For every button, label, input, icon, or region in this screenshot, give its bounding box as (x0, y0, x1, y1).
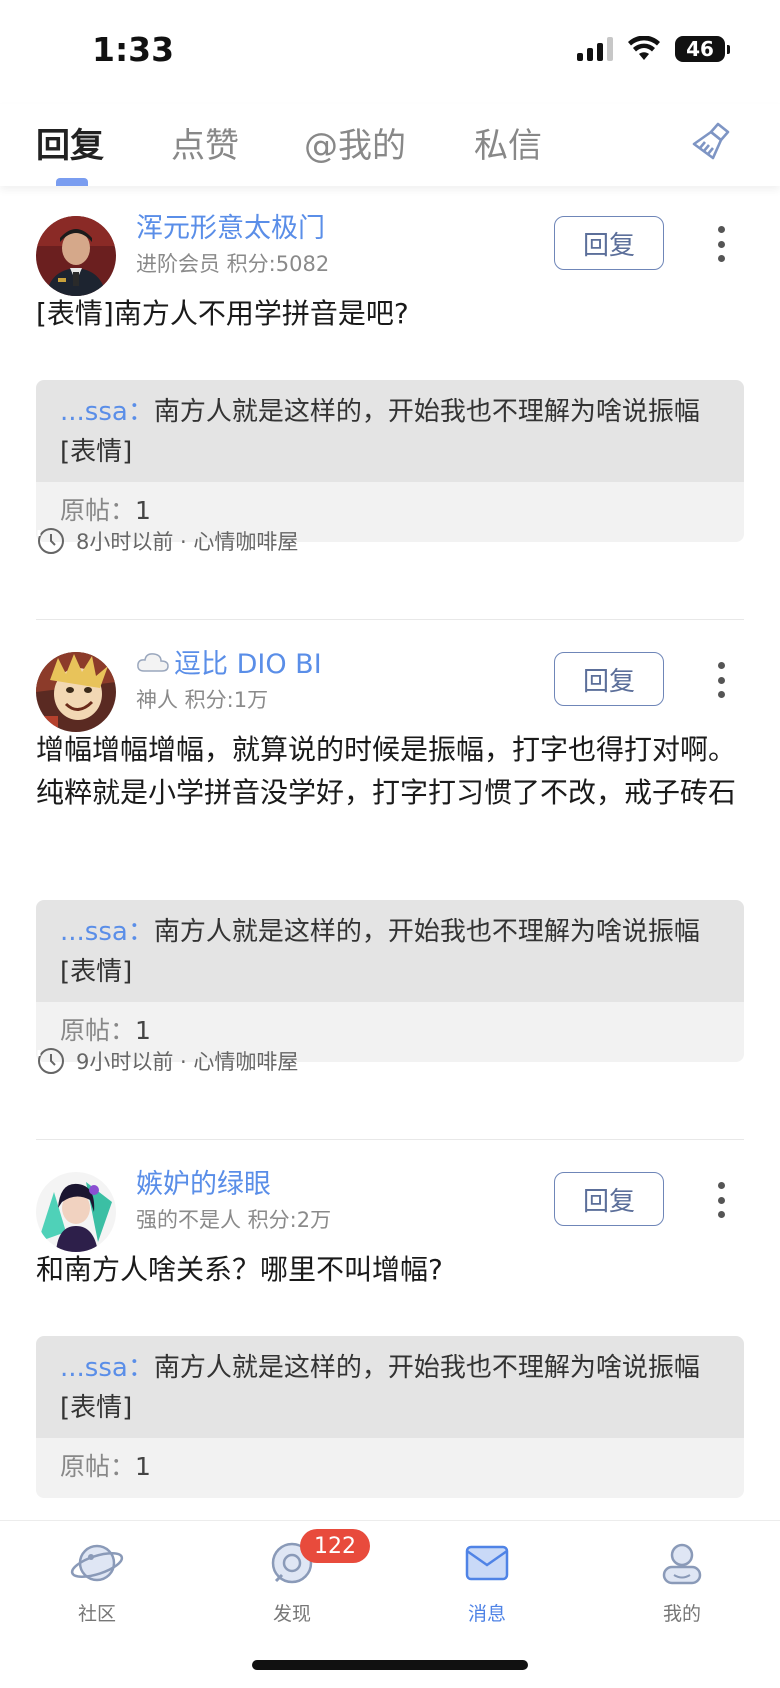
avatar[interactable] (36, 1172, 116, 1252)
clear-broom-icon[interactable] (688, 118, 736, 166)
avatar[interactable] (36, 216, 116, 296)
battery-icon: 46 (675, 36, 730, 62)
mail-icon (465, 1545, 509, 1581)
nav-label: 发现 (272, 1603, 311, 1625)
user-name[interactable]: 嫉妒的绿眼 (136, 1162, 271, 1201)
clock-icon (37, 1048, 64, 1074)
quoted-user[interactable]: ...ssa： (60, 397, 154, 427)
original-post-value: 1 (135, 1452, 151, 1481)
tab-likes[interactable]: 点赞 (171, 118, 239, 167)
status-time: 1:33 (92, 30, 175, 69)
quoted-comment[interactable]: ...ssa：南方人就是这样的，开始我也不理解为啥说振幅[表情] 原帖：1 (36, 380, 744, 542)
reply-button[interactable]: 回复 (554, 652, 664, 706)
quoted-text: 南方人就是这样的，开始我也不理解为啥说振幅[表情] (60, 397, 700, 467)
user-meta: 神人 积分:1万 (136, 688, 269, 712)
user-meta: 进阶会员 积分:5082 (136, 252, 330, 276)
time-row: 8小时以前 · 心情咖啡屋 (36, 526, 298, 556)
wifi-icon (628, 36, 660, 60)
nav-label: 我的 (662, 1603, 701, 1625)
home-indicator (252, 1660, 528, 1670)
more-options-icon[interactable] (716, 226, 726, 262)
reply-text: 增幅增幅增幅，就算说的时候是振幅，打字也得打对啊。纯粹就是小学拼音没学好，打字打… (36, 733, 737, 809)
message-tabs: 回复 点赞 @我的 私信 (0, 104, 780, 186)
tab-mentions[interactable]: @我的 (304, 118, 406, 167)
more-options-icon[interactable] (716, 1182, 726, 1218)
nav-community[interactable]: 社区 (37, 1535, 157, 1626)
reply-text: [表情]南方人不用学拼音是吧? (36, 297, 409, 330)
reply-item: 逗比 DIO BI 神人 积分:1万 回复 增幅增幅增幅，就算说的时候是振幅，打… (0, 620, 780, 1140)
reply-button[interactable]: 回复 (554, 1172, 664, 1226)
clock-icon (37, 528, 64, 554)
tab-private-messages[interactable]: 私信 (474, 118, 542, 167)
user-meta: 强的不是人 积分:2万 (136, 1208, 332, 1232)
battery-level: 46 (675, 36, 725, 62)
tab-reply[interactable]: 回复 (36, 118, 104, 167)
time-and-board: 8小时以前 · 心情咖啡屋 (76, 530, 299, 554)
nav-mine[interactable]: 我的 (622, 1535, 742, 1626)
reply-button[interactable]: 回复 (554, 216, 664, 270)
notification-badge: 122 (300, 1529, 370, 1563)
user-name[interactable]: 浑元形意太极门 (136, 206, 325, 245)
quoted-user[interactable]: ...ssa： (60, 917, 154, 947)
status-bar: 1:33 46 (0, 0, 780, 100)
quoted-text: 南方人就是这样的，开始我也不理解为啥说振幅[表情] (60, 917, 700, 987)
user-name[interactable]: 逗比 DIO BI (136, 642, 322, 681)
cloud-icon (137, 652, 169, 672)
time-and-board: 9小时以前 · 心情咖啡屋 (76, 1050, 299, 1074)
quoted-comment[interactable]: ...ssa：南方人就是这样的，开始我也不理解为啥说振幅[表情] 原帖：1 (36, 1336, 744, 1498)
quoted-user[interactable]: ...ssa： (60, 1353, 154, 1383)
avatar[interactable] (36, 652, 116, 732)
original-post-label: 原帖： (60, 496, 136, 525)
original-post-label: 原帖： (60, 1452, 136, 1481)
status-icons: 46 (577, 36, 730, 62)
reply-item: 浑元形意太极门 进阶会员 积分:5082 回复 [表情]南方人不用学拼音是吧? … (0, 186, 780, 620)
planet-icon (70, 1544, 124, 1582)
active-tab-indicator (56, 178, 88, 186)
nav-label: 社区 (77, 1603, 116, 1625)
original-post-value: 1 (135, 496, 151, 525)
more-options-icon[interactable] (716, 662, 726, 698)
user-name-text[interactable]: 逗比 DIO BI (174, 642, 322, 681)
nav-messages[interactable]: 消息 (427, 1535, 547, 1626)
quoted-comment[interactable]: ...ssa：南方人就是这样的，开始我也不理解为啥说振幅[表情] 原帖：1 (36, 900, 744, 1062)
original-post-label: 原帖： (60, 1016, 136, 1045)
reply-item: 嫉妒的绿眼 强的不是人 积分:2万 回复 和南方人啥关系？哪里不叫增幅? ...… (0, 1140, 780, 1510)
profile-icon (662, 1543, 702, 1585)
time-row: 9小时以前 · 心情咖啡屋 (36, 1046, 298, 1076)
reply-text: 和南方人啥关系？哪里不叫增幅? (36, 1253, 443, 1286)
reply-feed: 浑元形意太极门 进阶会员 积分:5082 回复 [表情]南方人不用学拼音是吧? … (0, 186, 780, 1510)
original-post-value: 1 (135, 1016, 151, 1045)
quoted-text: 南方人就是这样的，开始我也不理解为啥说振幅[表情] (60, 1353, 700, 1423)
nav-label: 消息 (467, 1603, 506, 1625)
cellular-signal-icon (577, 37, 613, 61)
nav-discover[interactable]: 发现 122 (232, 1529, 370, 1626)
